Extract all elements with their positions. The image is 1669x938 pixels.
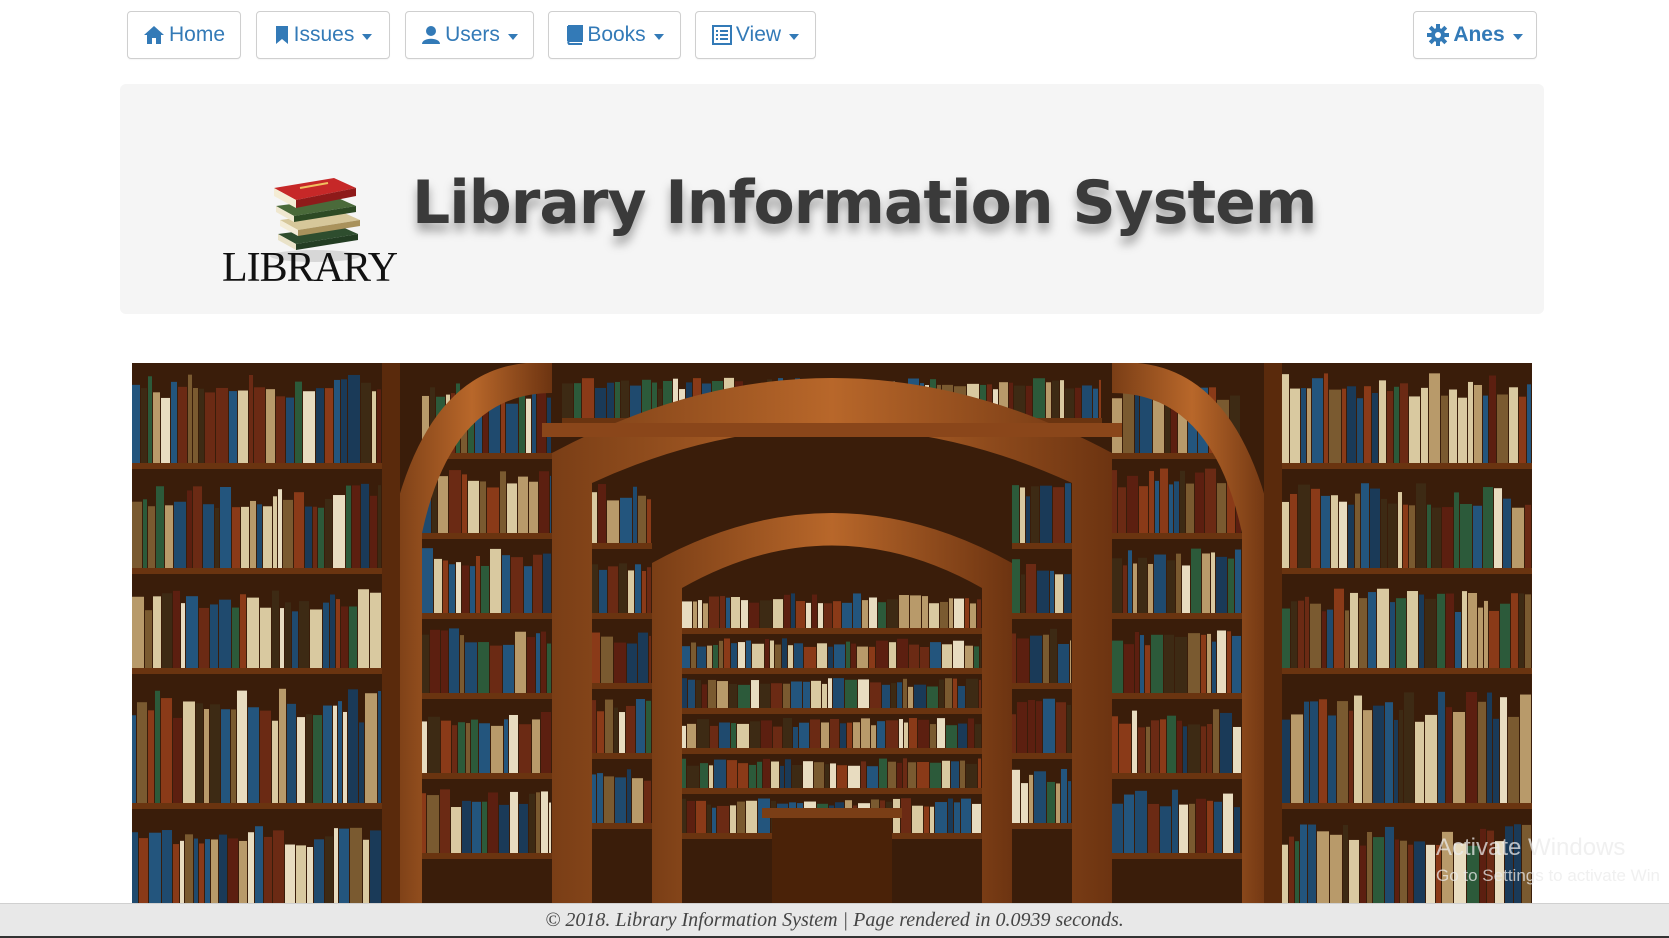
nav-users-dropdown[interactable]: Users xyxy=(405,11,534,59)
book-icon xyxy=(565,25,584,45)
chevron-down-icon xyxy=(789,33,800,40)
nav-issues-dropdown[interactable]: Issues xyxy=(256,11,390,59)
nav-view-label: View xyxy=(735,23,782,46)
page-title: Library Information System xyxy=(412,168,1317,238)
hero-image xyxy=(132,363,1532,903)
chevron-down-icon xyxy=(362,33,373,40)
home-icon xyxy=(143,25,165,45)
chevron-down-icon xyxy=(653,33,664,40)
nav-issues-label: Issues xyxy=(293,23,355,46)
bookmark-icon xyxy=(274,25,290,45)
nav-view-dropdown[interactable]: View xyxy=(695,11,816,59)
chevron-down-icon xyxy=(507,33,518,40)
nav-books-label: Books xyxy=(587,23,646,46)
library-logo: LIBRARY xyxy=(220,164,398,294)
list-icon xyxy=(711,25,732,45)
account-menu-dropdown[interactable]: Anes xyxy=(1413,11,1537,59)
header-banner: LIBRARY Library Information System xyxy=(120,84,1544,314)
account-name-label: Anes xyxy=(1453,23,1505,46)
nav-home-button[interactable]: Home xyxy=(127,11,241,59)
user-icon xyxy=(421,25,441,45)
footer-text: © 2018. Library Information System | Pag… xyxy=(545,909,1124,931)
page-footer: © 2018. Library Information System | Pag… xyxy=(0,903,1669,937)
nav-home-label: Home xyxy=(168,23,226,46)
gear-icon xyxy=(1427,24,1450,46)
logo-text: LIBRARY xyxy=(222,245,398,291)
nav-users-label: Users xyxy=(445,23,500,46)
chevron-down-icon xyxy=(1512,33,1523,40)
nav-books-dropdown[interactable]: Books xyxy=(548,11,681,59)
